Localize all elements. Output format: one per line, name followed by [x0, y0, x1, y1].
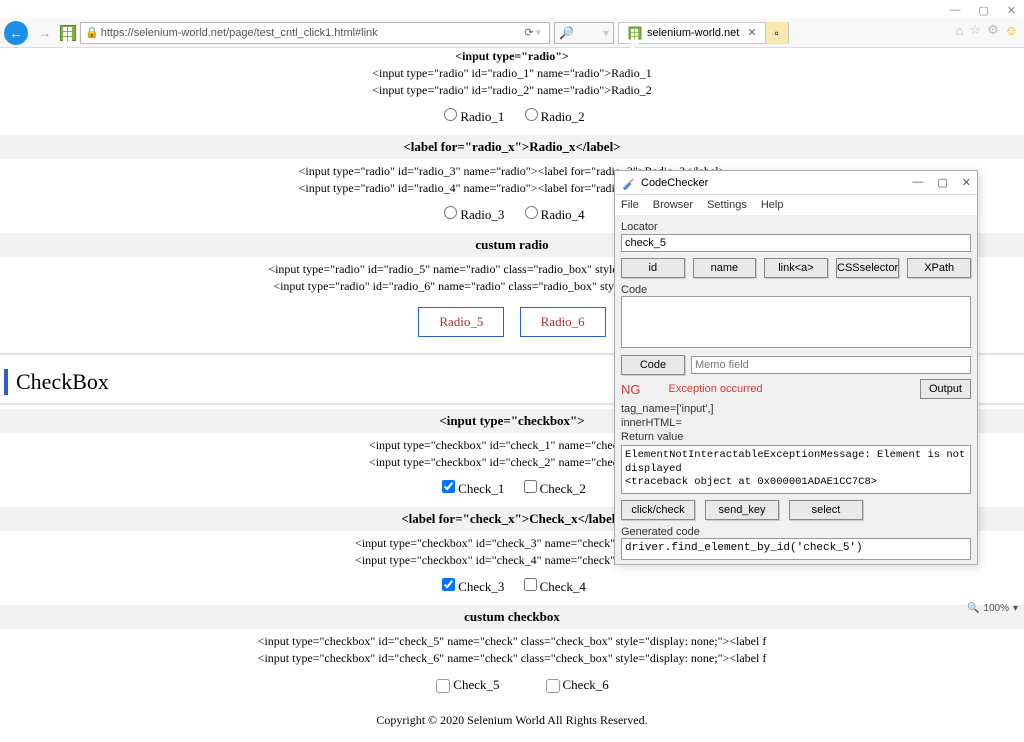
chevron-down-icon: ▾	[603, 26, 609, 40]
label-check-2: Check_2	[540, 481, 586, 496]
label-locator: Locator	[621, 221, 971, 233]
header-custom-checkbox: custum checkbox	[0, 605, 1024, 629]
code-check-5: <input type="checkbox" id="check_5" name…	[0, 633, 1024, 650]
custom-radio-6[interactable]: Radio_6	[520, 307, 606, 337]
search-box[interactable]: 🔎 ▾	[554, 22, 614, 44]
btn-cssselector[interactable]: CSSselector	[836, 258, 900, 278]
label-generated-code: Generated code	[621, 526, 971, 538]
codechecker-title: CodeChecker	[641, 177, 708, 189]
new-tab-button[interactable]: ▫	[766, 22, 788, 44]
code-check-6: <input type="checkbox" id="check_6" name…	[0, 650, 1024, 667]
tab-close-icon[interactable]: ✕	[747, 26, 756, 39]
cc-minimize-icon[interactable]: —	[912, 176, 923, 189]
label-radio-3: Radio_3	[460, 207, 504, 222]
cc-maximize-icon[interactable]: ▢	[937, 176, 947, 189]
inner-html-text: innerHTML=	[621, 417, 971, 429]
menu-browser[interactable]: Browser	[653, 199, 693, 211]
btn-click-check[interactable]: click/check	[621, 500, 695, 520]
menu-help[interactable]: Help	[761, 199, 784, 211]
btn-name[interactable]: name	[693, 258, 757, 278]
btn-xpath[interactable]: XPath	[907, 258, 971, 278]
codechecker-window: CodeChecker — ▢ ✕ File Browser Settings …	[614, 170, 978, 565]
label-check-5: Check_5	[453, 677, 499, 692]
address-bar[interactable]: 🔒 https://selenium-world.net/page/test_c…	[80, 22, 550, 44]
refresh-icon[interactable]: ⟳	[524, 26, 533, 39]
code-radio-2: <input type="radio" id="radio_2" name="r…	[0, 82, 1024, 99]
feather-icon	[621, 176, 635, 190]
label-radio-2: Radio_2	[541, 109, 585, 124]
btn-id[interactable]: id	[621, 258, 685, 278]
forward-button[interactable]: →	[36, 24, 54, 42]
chevron-down-icon: ▾	[1013, 603, 1018, 614]
menu-file[interactable]: File	[621, 199, 639, 211]
radio-3[interactable]	[444, 206, 457, 219]
btn-link[interactable]: link<a>	[764, 258, 828, 278]
window-minimize-icon[interactable]: —	[949, 4, 960, 17]
smile-icon[interactable]: ☺	[1005, 23, 1018, 38]
zoom-icon: 🔍	[967, 603, 979, 614]
cc-close-icon[interactable]: ✕	[962, 176, 971, 189]
browser-toolbar: ← → 🔒 https://selenium-world.net/page/te…	[0, 18, 1024, 48]
site-favicon	[60, 25, 76, 41]
memo-field[interactable]	[691, 356, 971, 374]
return-value-box: ElementNotInteractableExceptionMessage: …	[621, 445, 971, 494]
zoom-indicator[interactable]: 🔍 100% ▾	[967, 603, 1018, 614]
label-check-6: Check_6	[563, 677, 609, 692]
menu-settings[interactable]: Settings	[707, 199, 747, 211]
btn-output[interactable]: Output	[920, 379, 971, 399]
window-close-icon[interactable]: ✕	[1007, 4, 1016, 17]
label-check-4: Check_4	[540, 579, 586, 594]
check-3[interactable]	[442, 578, 455, 591]
check-2[interactable]	[524, 480, 537, 493]
window-maximize-icon[interactable]: ▢	[978, 4, 988, 17]
back-button[interactable]: ←	[4, 21, 28, 45]
page-footer: Copyright © 2020 Selenium World All Righ…	[0, 699, 1024, 742]
status-ng: NG	[621, 382, 641, 397]
tab-title: selenium-world.net	[647, 27, 739, 39]
gear-icon[interactable]: ⚙	[987, 22, 999, 38]
header-input-radio: <input type="radio">	[0, 48, 1024, 65]
zoom-value: 100%	[983, 603, 1009, 614]
check-4[interactable]	[524, 578, 537, 591]
url-text: https://selenium-world.net/page/test_cnt…	[101, 27, 378, 39]
label-radio-1: Radio_1	[460, 109, 504, 124]
btn-code[interactable]: Code	[621, 355, 685, 375]
lock-icon: 🔒	[85, 26, 99, 39]
browser-tab[interactable]: selenium-world.net ✕	[619, 23, 766, 43]
codechecker-menubar: File Browser Settings Help	[615, 195, 977, 215]
code-textarea[interactable]	[621, 296, 971, 348]
radio-1[interactable]	[444, 108, 457, 121]
status-exception: Exception occurred	[669, 383, 763, 395]
generated-code-box: driver.find_element_by_id('check_5')	[621, 538, 971, 560]
label-code: Code	[621, 284, 971, 296]
locator-input[interactable]	[621, 234, 971, 252]
radio-2[interactable]	[525, 108, 538, 121]
label-return: Return value	[621, 431, 971, 443]
code-radio-1: <input type="radio" id="radio_1" name="r…	[0, 65, 1024, 82]
check-1[interactable]	[442, 480, 455, 493]
custom-radio-5[interactable]: Radio_5	[418, 307, 504, 337]
star-icon[interactable]: ☆	[969, 22, 981, 38]
codechecker-titlebar[interactable]: CodeChecker — ▢ ✕	[615, 171, 977, 195]
label-check-1: Check_1	[458, 481, 504, 496]
label-radio-4: Radio_4	[541, 207, 585, 222]
header-label-radio: <label for="radio_x">Radio_x</label>	[0, 135, 1024, 159]
search-icon: 🔎	[559, 26, 574, 40]
label-check-3: Check_3	[458, 579, 504, 594]
radio-4[interactable]	[525, 206, 538, 219]
btn-select[interactable]: select	[789, 500, 863, 520]
tag-name-text: tag_name=['input',]	[621, 403, 971, 415]
btn-send-key[interactable]: send_key	[705, 500, 779, 520]
home-icon[interactable]: ⌂	[956, 23, 964, 38]
